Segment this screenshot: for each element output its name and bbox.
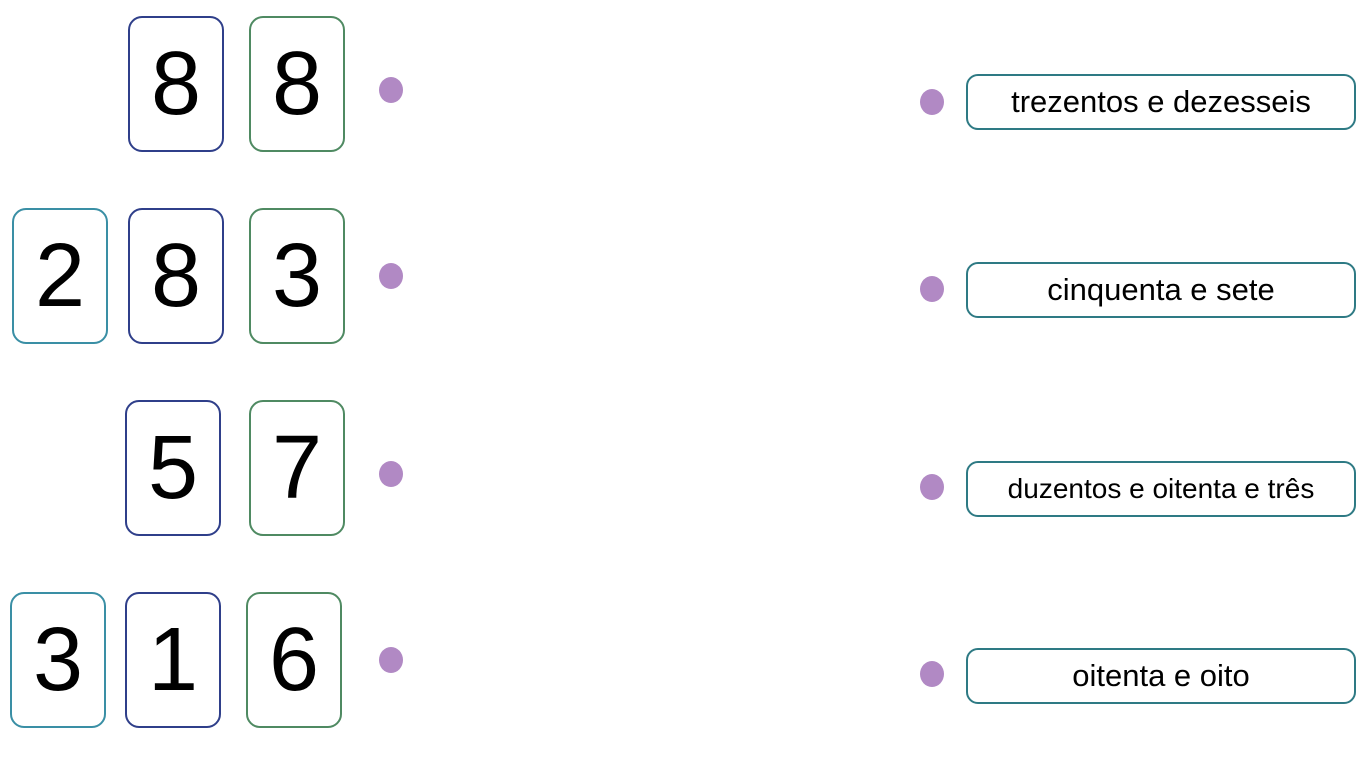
word-option-1[interactable]: trezentos e dezesseis bbox=[966, 74, 1356, 130]
connector-dot-right-4[interactable] bbox=[920, 661, 944, 687]
digit-card-units: 6 bbox=[246, 592, 342, 728]
connector-dot-right-3[interactable] bbox=[920, 474, 944, 500]
digit-card-tens: 8 bbox=[128, 16, 224, 152]
connector-dot-left-3[interactable] bbox=[379, 461, 403, 487]
digit-card-tens: 8 bbox=[128, 208, 224, 344]
digit-card-units: 7 bbox=[249, 400, 345, 536]
connector-dot-right-2[interactable] bbox=[920, 276, 944, 302]
word-option-2[interactable]: cinquenta e sete bbox=[966, 262, 1356, 318]
digit-card-units: 3 bbox=[249, 208, 345, 344]
connector-dot-left-2[interactable] bbox=[379, 263, 403, 289]
word-option-3[interactable]: duzentos e oitenta e três bbox=[966, 461, 1356, 517]
digit-card-units: 8 bbox=[249, 16, 345, 152]
word-option-4[interactable]: oitenta e oito bbox=[966, 648, 1356, 704]
connector-dot-left-1[interactable] bbox=[379, 77, 403, 103]
connector-dot-left-4[interactable] bbox=[379, 647, 403, 673]
digit-card-tens: 1 bbox=[125, 592, 221, 728]
digit-card-hundreds: 3 bbox=[10, 592, 106, 728]
digit-card-hundreds: 2 bbox=[12, 208, 108, 344]
digit-card-tens: 5 bbox=[125, 400, 221, 536]
connector-dot-right-1[interactable] bbox=[920, 89, 944, 115]
